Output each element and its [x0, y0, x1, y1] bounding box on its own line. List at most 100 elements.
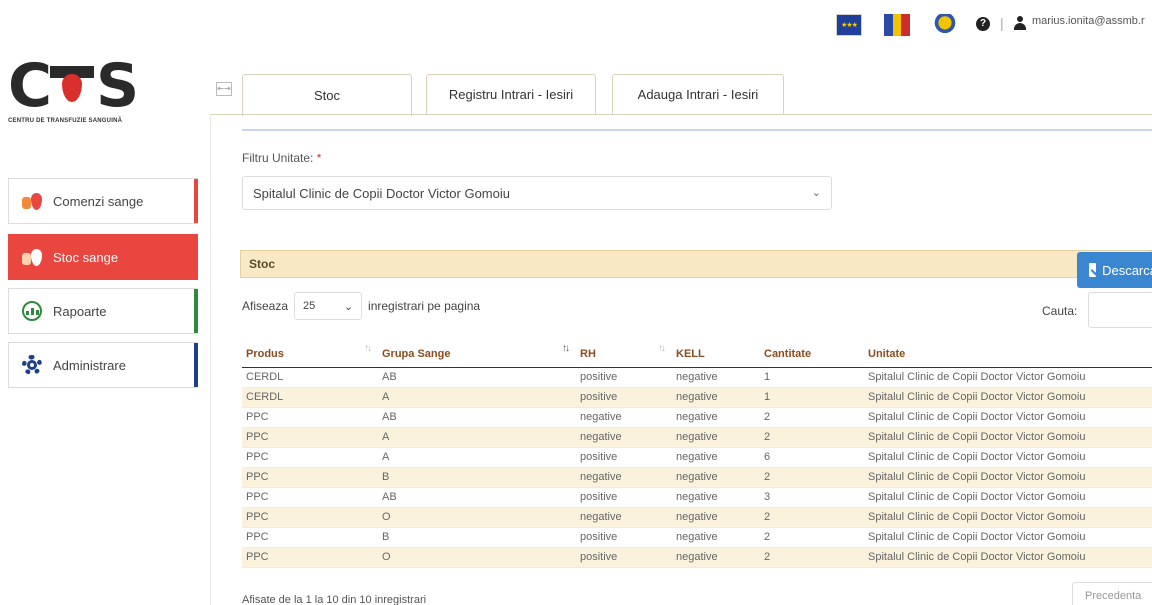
table-row[interactable]: CERDL Apositive negative 1 Spitalul Clinic d… [242, 387, 1152, 407]
table-cell: O [378, 507, 576, 527]
table-cell: negative [576, 427, 672, 447]
table-cell: B [378, 467, 576, 487]
table-cell: Spitalul Clinic de Copii Doctor Victor G… [868, 451, 1086, 463]
header-separator: | [1000, 15, 1004, 31]
table-row[interactable]: PPC Opositive negative 2 Spitalul Clinic de … [242, 547, 1152, 567]
table-cell: CERDL [246, 371, 284, 383]
table-cell: PPC [242, 427, 378, 447]
table-cell: AB [382, 411, 397, 423]
table-cell: PPC [246, 411, 269, 423]
page-length-value: 25 [303, 300, 316, 312]
gear-icon [21, 354, 43, 376]
table-cell: negative [672, 387, 760, 407]
romania-emblem-icon [884, 14, 911, 36]
table-cell: PPC [242, 547, 378, 567]
blood-drop-icon [21, 190, 43, 212]
tab-registru-intrari-iesiri[interactable]: Registru Intrari - Iesiri [426, 74, 596, 114]
page-length-select[interactable]: 25 ⌄ [294, 292, 363, 320]
column-header-grupa-sange[interactable]: Grupa Sange ↑↓ [378, 341, 576, 368]
sidebar-item-comenzi-sange[interactable]: Comenzi sange [8, 178, 198, 224]
table-row[interactable]: PPC AB positive negative 3 Spitalul Clinic de… [242, 487, 1152, 507]
table-cell: 1 [760, 387, 864, 407]
table-header-row: Produs ↑↓ Grupa Sange ↑↓ RH ↑↓ KELL Cantita… [242, 341, 1152, 368]
table-cell: Spitalul Clinic de Copii Doctor Victor G… [864, 507, 1152, 527]
sidebar-item-rapoarte[interactable]: Rapoarte [8, 288, 198, 334]
chart-icon [21, 300, 43, 322]
sidebar-item-label: Stoc sange [53, 249, 119, 265]
table-cell: negative [676, 411, 718, 423]
table-cell: 1 [764, 371, 771, 383]
stoc-panel-header: Stoc [240, 250, 1152, 278]
table-cell: negative [676, 371, 718, 383]
table-row[interactable]: PPC Anegative negative 2 Spitalul Clinic de … [242, 427, 1152, 447]
download-icon [1089, 263, 1097, 277]
table-cell: O [378, 547, 576, 567]
previous-page-button[interactable]: Precedenta [1072, 582, 1152, 605]
table-cell: negative [672, 467, 760, 487]
table-cell: A [378, 387, 576, 407]
table-row[interactable]: PPC Apositive negative 6 Spitalul Clinic de … [242, 447, 1152, 467]
table-cell: CERDL [242, 387, 378, 407]
table-body: CERDL AB positive negative 1 Spitalul Clinic … [242, 367, 1152, 567]
chevron-down-icon: ⌄ [343, 300, 354, 313]
search-label: Cauta: [1042, 304, 1078, 318]
cts-logo[interactable]: C S CENTRU DE TRANSFUZIE SANGUINĂ [8, 51, 148, 130]
table-cell: negative [676, 491, 718, 503]
chevron-down-icon: ⌄ [811, 187, 821, 199]
stock-table: Produs ↑↓ Grupa Sange ↑↓ RH ↑↓ KELL Cantita… [242, 341, 1152, 568]
table-cell: negative [672, 547, 760, 567]
table-cell: negative [580, 411, 622, 423]
table-cell: 2 [760, 427, 864, 447]
table-cell: Spitalul Clinic de Copii Doctor Victor G… [864, 427, 1152, 447]
download-button[interactable]: Descarca [1077, 252, 1152, 288]
column-header-rh[interactable]: RH ↑↓ [576, 341, 672, 368]
sidebar-item-edge [194, 289, 198, 333]
table-cell: PPC [246, 451, 269, 463]
table-row[interactable]: PPC Bpositive negative 2 Spitalul Clinic de … [242, 527, 1152, 547]
table-cell: negative [672, 427, 760, 447]
table-cell: Spitalul Clinic de Copii Doctor Victor G… [868, 371, 1086, 383]
collapse-sidebar-icon[interactable]: ⇤⇥ [216, 82, 232, 96]
download-label: Descarca [1102, 262, 1152, 278]
sidebar-item-edge [194, 343, 198, 387]
sidebar-item-edge [194, 179, 198, 223]
column-header-produs[interactable]: Produs ↑↓ [242, 341, 378, 368]
table-cell: positive [576, 547, 672, 567]
tab-stoc[interactable]: Stoc [242, 74, 412, 116]
eu-flag-icon: ★★★ [836, 14, 862, 36]
blood-drop-icon [21, 246, 43, 268]
help-icon[interactable]: ? [976, 17, 990, 31]
table-cell: PPC [242, 507, 378, 527]
column-header-kell[interactable]: KELL [672, 341, 760, 368]
sort-icon: ↑↓ [364, 343, 372, 354]
table-cell: A [382, 451, 390, 463]
sidebar-item-label: Comenzi sange [53, 193, 144, 209]
table-row[interactable]: PPC Onegative negative 2 Spitalul Clinic de … [242, 507, 1152, 527]
table-row[interactable]: PPC AB negative negative 2 Spitalul Clinic de… [242, 407, 1152, 427]
column-header-cantitate[interactable]: Cantitate [760, 341, 864, 368]
logo-letter-c: C [8, 51, 52, 121]
sidebar-item-stoc-sange[interactable]: Stoc sange [8, 234, 198, 280]
sort-icon: ↑↓ [658, 343, 666, 354]
table-row[interactable]: PPC Bnegative negative 2 Spitalul Clinic de … [242, 467, 1152, 487]
tab-adauga-intrari-iesiri[interactable]: Adauga Intrari - Iesiri [612, 74, 784, 114]
table-cell: negative [576, 467, 672, 487]
logo-blood-drop-icon [50, 60, 95, 112]
column-header-unitate[interactable]: Unitate [864, 341, 1152, 368]
user-email[interactable]: marius.ionita@assmb.r [1032, 15, 1145, 27]
table-cell: Spitalul Clinic de Copii Doctor Victor G… [864, 547, 1152, 567]
user-icon [1014, 16, 1026, 30]
search-input[interactable] [1088, 292, 1152, 328]
program-logo-icon [932, 14, 958, 36]
unit-filter-value: Spitalul Clinic de Copii Doctor Victor G… [253, 185, 510, 201]
required-mark: * [316, 151, 322, 165]
unit-filter-select[interactable]: Spitalul Clinic de Copii Doctor Victor G… [242, 176, 832, 210]
table-row[interactable]: CERDL AB positive negative 1 Spitalul Clinic … [242, 367, 1152, 387]
table-cell: positive [576, 387, 672, 407]
sidebar-item-administrare[interactable]: Administrare [8, 342, 198, 388]
table-cell: Spitalul Clinic de Copii Doctor Victor G… [868, 531, 1086, 543]
table-cell: 2 [760, 467, 864, 487]
table-cell: 3 [764, 491, 771, 503]
logo-letter-s: S [96, 51, 139, 121]
table-cell: Spitalul Clinic de Copii Doctor Victor G… [868, 491, 1086, 503]
